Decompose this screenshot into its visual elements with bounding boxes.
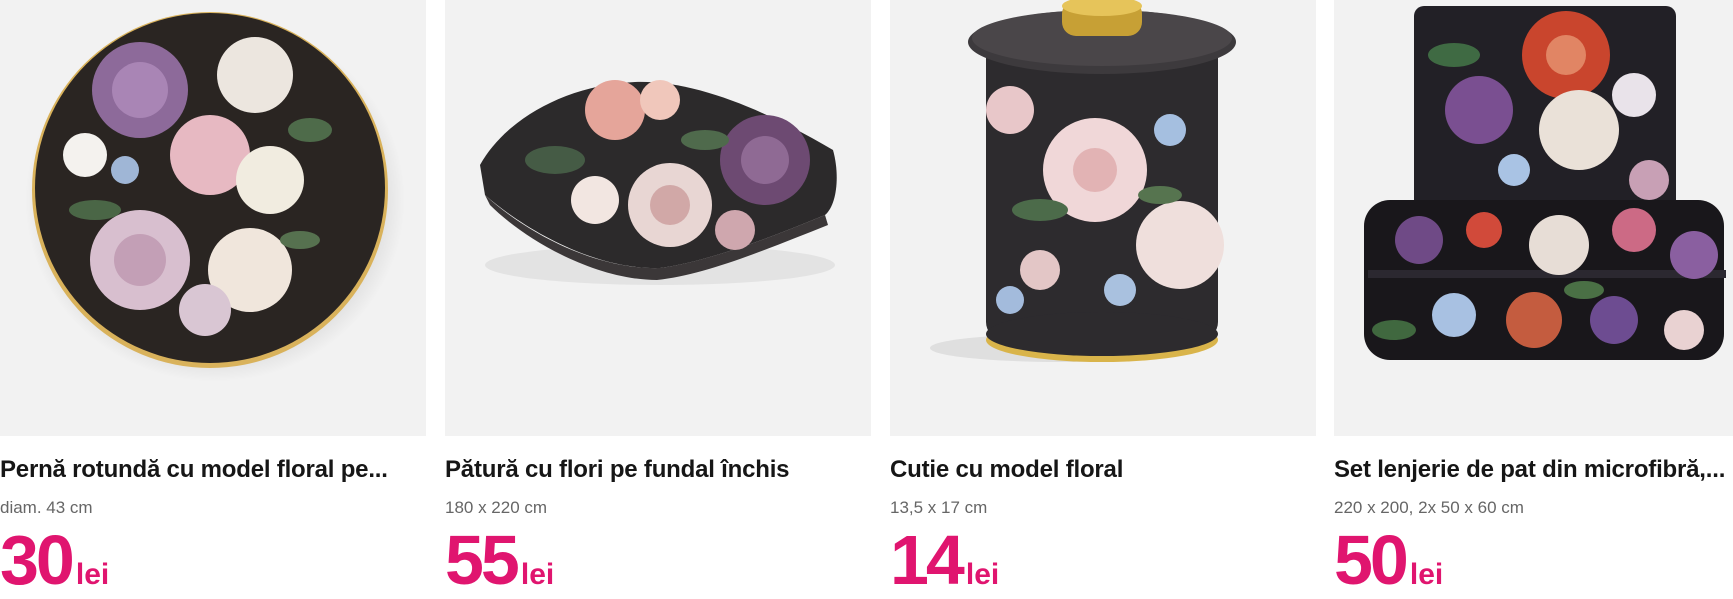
product-title[interactable]: Pătură cu flori pe fundal închis xyxy=(445,456,871,484)
product-image-blanket[interactable] xyxy=(445,0,871,436)
price-currency: lei xyxy=(965,558,1000,591)
price-currency: lei xyxy=(520,558,555,591)
product-title[interactable]: Pernă rotundă cu model floral pe... xyxy=(0,456,426,484)
floral-bedding-set-image xyxy=(1364,6,1726,360)
product-card[interactable]: Pernă rotundă cu model floral pe... diam… xyxy=(0,0,426,595)
product-price: 30 lei xyxy=(0,525,110,595)
product-dimensions: 13,5 x 17 cm xyxy=(890,498,988,517)
product-card[interactable]: Set lenjerie de pat din microfibră,... 2… xyxy=(1334,0,1733,595)
folded-floral-blanket-image xyxy=(480,80,837,285)
price-amount: 50 xyxy=(1334,521,1409,599)
product-card[interactable]: Pătură cu flori pe fundal închis 180 x 2… xyxy=(445,0,871,595)
round-floral-pillow-image xyxy=(25,12,405,382)
product-title[interactable]: Set lenjerie de pat din microfibră,... xyxy=(1334,456,1733,484)
price-amount: 30 xyxy=(0,521,75,599)
product-dimensions: 220 x 200, 2x 50 x 60 cm xyxy=(1334,498,1524,517)
product-title[interactable]: Cutie cu model floral xyxy=(890,456,1316,484)
price-currency: lei xyxy=(75,558,110,591)
product-image-tin-box[interactable] xyxy=(890,0,1316,436)
product-image-bedding-set[interactable] xyxy=(1334,0,1733,436)
product-price: 50 lei xyxy=(1334,525,1444,595)
product-image-round-pillow[interactable] xyxy=(0,0,426,436)
price-currency: lei xyxy=(1409,558,1444,591)
floral-tin-box-image xyxy=(930,0,1236,362)
product-card[interactable]: Cutie cu model floral 13,5 x 17 cm 14 lei xyxy=(890,0,1316,595)
product-dimensions: 180 x 220 cm xyxy=(445,498,548,517)
price-amount: 55 xyxy=(445,521,520,599)
product-price: 55 lei xyxy=(445,525,555,595)
price-amount: 14 xyxy=(890,521,965,599)
product-grid: Pernă rotundă cu model floral pe... diam… xyxy=(0,0,1733,595)
product-dimensions: diam. 43 cm xyxy=(0,498,93,517)
product-price: 14 lei xyxy=(890,525,1000,595)
